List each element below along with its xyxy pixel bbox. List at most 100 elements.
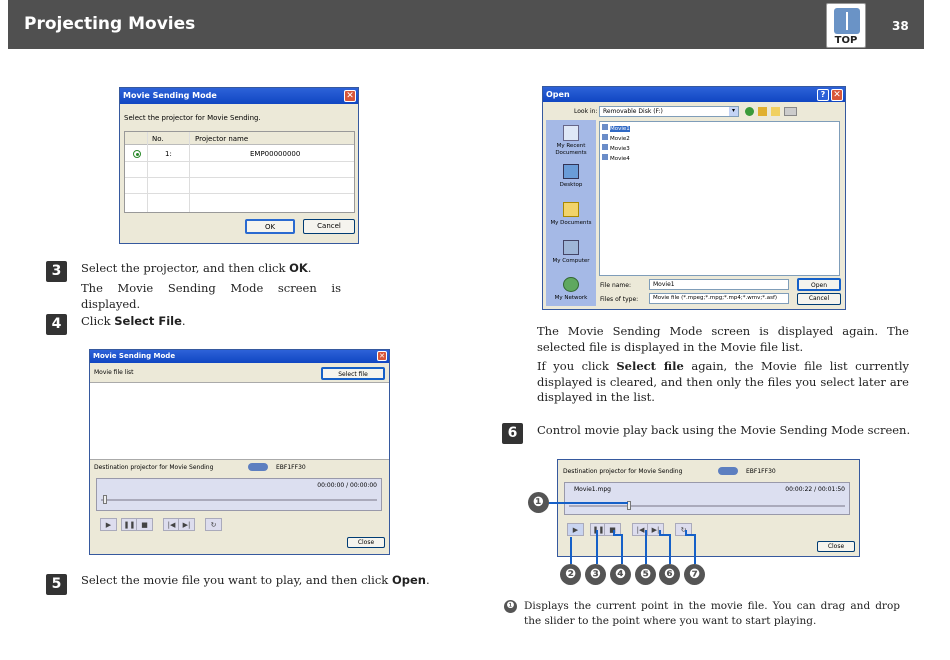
position-slider[interactable] [103,495,107,504]
projector-radio[interactable] [133,150,141,158]
place-desktop[interactable]: Desktop [546,182,596,188]
callout-2: ❷ [560,564,581,585]
dialog-title: Movie Sending Mode [93,352,176,360]
page-title: Projecting Movies [24,14,196,34]
time-display: 00:00:00 / 00:00:00 [317,482,377,489]
file-item[interactable]: Movie2 [602,134,630,144]
look-in-select[interactable]: Removable Disk (F:) ▾ [599,106,739,117]
stop-button[interactable]: ■ [136,518,153,531]
close-icon[interactable]: ✕ [344,90,356,102]
playback-bar: Movie1.mpg 00:00:22 / 00:01:50 [564,482,850,515]
play-button[interactable]: ▶ [100,518,117,531]
step-5-text: Select the movie file you want to play, … [81,573,430,587]
playback-panel: 00:00:00 / 00:00:00 [96,478,382,511]
repeat-button[interactable]: ↻ [205,518,222,531]
destination-label: Destination projector for Movie Sending [94,464,214,471]
projector-id: EBF1FF30 [276,464,306,471]
time-display: 00:00:22 / 00:01:50 [785,486,845,493]
file-type-select[interactable]: Movie file (*.mpeg;*.mpg;*.mp4;*.wmv;*.a… [649,293,789,304]
step-6-number: 6 [502,423,523,444]
places-bar: My Recent Documents Desktop My Documents… [546,120,596,306]
row-projector-name: EMP00000000 [250,150,301,158]
step-3-text: Select the projector, and then click OK. [81,261,312,275]
callout-line-6 [669,534,671,564]
up-folder-icon[interactable] [758,107,767,116]
back-icon[interactable] [745,107,754,116]
projector-id: EBF1FF30 [746,468,776,475]
my-computer-icon[interactable] [563,240,579,255]
file-name-label: File name: [600,282,631,289]
step-4-text: Click Select File. [81,314,186,328]
projector-icon [718,467,738,475]
col-name-header: Projector name [195,135,249,143]
step-3-number: 3 [46,261,67,282]
callout-line-5 [645,530,647,564]
callout-line-7 [694,534,696,564]
open-button[interactable]: Open [797,278,841,291]
dialog-titlebar: Movie Sending Mode ✕ [120,88,358,104]
new-folder-icon[interactable] [771,107,780,116]
movie-file-icon [602,134,608,140]
projector-icon [248,463,268,471]
close-button[interactable]: Close [817,541,855,552]
movie-file-list[interactable] [90,382,389,460]
movie-file-icon [602,124,608,130]
page-number: 38 [892,19,909,33]
close-button[interactable]: Close [347,537,385,548]
movie-sending-mode-dialog-empty: Movie Sending Mode ✕ Movie file list Sele… [89,349,390,555]
step-3-subtext: The Movie Sending Mode screen is display… [81,281,341,311]
dialog-titlebar: Movie Sending Mode ✕ [90,350,389,363]
place-my-network[interactable]: My Network [546,295,596,301]
movie-file-icon [602,144,608,150]
callout-line-1 [548,502,628,504]
step-4-number: 4 [46,314,67,335]
help-icon[interactable]: ? [817,89,829,101]
callout-5: ❺ [635,564,656,585]
place-my-documents[interactable]: My Documents [546,220,596,226]
book-icon [834,8,860,34]
step-5-number: 5 [46,574,67,595]
file-type-label: Files of type: [600,296,639,303]
place-my-computer[interactable]: My Computer [546,258,596,264]
my-documents-icon[interactable] [563,202,579,217]
cancel-button[interactable]: Cancel [303,219,355,234]
dialog-title: Open [546,90,570,99]
movie-file-icon [602,154,608,160]
movie-sending-mode-dialog-select: Movie Sending Mode ✕ Select the projector… [119,87,359,244]
destination-label: Destination projector for Movie Sending [563,468,683,475]
select-file-button[interactable]: Select file [321,367,385,380]
next-button[interactable]: ▶| [178,518,195,531]
file-item[interactable]: Movie1 [602,124,630,134]
file-name-input[interactable]: Movie1 [649,279,789,290]
chevron-down-icon: ▾ [729,107,738,116]
my-network-icon[interactable] [563,277,579,292]
position-track [101,499,377,501]
file-list: Movie1 Movie2 Movie3 Movie4 [599,121,840,276]
place-recent[interactable]: My Recent Documents [546,143,596,157]
open-file-dialog: Open ? ✕ Look in: Removable Disk (F:) ▾ M… [542,86,846,310]
recent-documents-icon[interactable] [563,125,579,141]
close-icon[interactable]: ✕ [831,89,843,101]
prompt-text: Select the projector for Movie Sending. [124,114,261,122]
file-item[interactable]: Movie3 [602,144,630,154]
close-icon[interactable]: ✕ [377,351,387,361]
current-file-name: Movie1.mpg [574,486,611,493]
callout-3: ❸ [585,564,606,585]
projector-table: No. Projector name 1: EMP00000000 [124,131,355,213]
callout-4: ❹ [610,564,631,585]
cancel-button[interactable]: Cancel [797,293,841,305]
dialog-title: Movie Sending Mode [123,91,217,100]
play-button[interactable]: ▶ [567,523,584,536]
callout-1: ❶ [528,492,549,513]
file-items: Movie1 Movie2 Movie3 Movie4 [602,124,630,164]
ok-button[interactable]: OK [245,219,295,234]
file-item[interactable]: Movie4 [602,154,630,164]
callout-line-4 [621,534,623,564]
paragraph-displayed-again: The Movie Sending Mode screen is display… [537,324,909,354]
desktop-icon[interactable] [563,164,579,179]
movie-playback-panel: Destination projector for Movie Sending … [557,459,860,557]
look-in-label: Look in: [574,108,598,115]
top-link-logo[interactable]: TOP [826,3,866,48]
view-menu-icon[interactable] [784,107,797,116]
movie-file-list-label: Movie file list [94,369,134,376]
